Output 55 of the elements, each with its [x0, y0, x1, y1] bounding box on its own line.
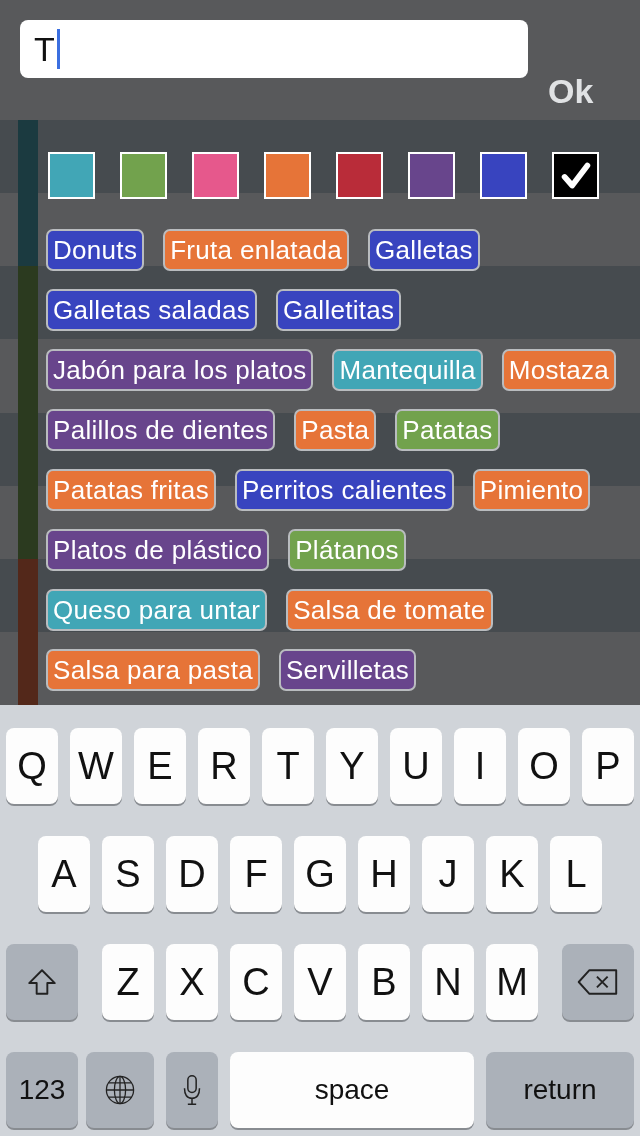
key[interactable]: I: [454, 728, 506, 804]
backspace-key[interactable]: [562, 944, 634, 1020]
key[interactable]: V: [294, 944, 346, 1020]
item-tag[interactable]: Galletas: [368, 229, 480, 271]
backspace-icon: [576, 967, 620, 997]
key[interactable]: Z: [102, 944, 154, 1020]
item-tag[interactable]: Galletitas: [276, 289, 402, 331]
key[interactable]: Q: [6, 728, 58, 804]
item-tag[interactable]: Galletas saladas: [46, 289, 258, 331]
item-tag[interactable]: Perritos calientes: [234, 469, 454, 511]
color-swatch[interactable]: [48, 152, 95, 199]
key[interactable]: N: [422, 944, 474, 1020]
key[interactable]: S: [102, 836, 154, 912]
space-key[interactable]: space: [230, 1052, 474, 1128]
color-swatch[interactable]: [264, 152, 311, 199]
key[interactable]: B: [358, 944, 410, 1020]
key[interactable]: M: [486, 944, 538, 1020]
key[interactable]: O: [518, 728, 570, 804]
ok-button[interactable]: Ok: [542, 72, 600, 111]
key[interactable]: L: [550, 836, 602, 912]
item-tag[interactable]: Palillos de dientes: [46, 409, 276, 451]
color-swatch[interactable]: [192, 152, 239, 199]
key[interactable]: J: [422, 836, 474, 912]
key[interactable]: W: [70, 728, 122, 804]
key[interactable]: D: [166, 836, 218, 912]
key[interactable]: F: [230, 836, 282, 912]
color-swatch[interactable]: [336, 152, 383, 199]
key[interactable]: A: [38, 836, 90, 912]
color-swatch[interactable]: [120, 152, 167, 199]
key[interactable]: T: [262, 728, 314, 804]
item-tag[interactable]: Servilletas: [278, 649, 417, 691]
key[interactable]: K: [486, 836, 538, 912]
key[interactable]: C: [230, 944, 282, 1020]
shift-icon: [26, 966, 58, 998]
globe-icon: [104, 1074, 136, 1106]
shift-key[interactable]: [6, 944, 78, 1020]
color-swatch[interactable]: [408, 152, 455, 199]
color-swatch[interactable]: [480, 152, 527, 199]
item-tag[interactable]: Platos de plástico: [46, 529, 270, 571]
microphone-key[interactable]: [166, 1052, 218, 1128]
key[interactable]: P: [582, 728, 634, 804]
globe-key[interactable]: [86, 1052, 154, 1128]
numbers-key[interactable]: 123: [6, 1052, 78, 1128]
key[interactable]: R: [198, 728, 250, 804]
item-tag[interactable]: Donuts: [46, 229, 145, 271]
item-tag[interactable]: Jabón para los platos: [46, 349, 314, 391]
key[interactable]: G: [294, 836, 346, 912]
key[interactable]: H: [358, 836, 410, 912]
return-key[interactable]: return: [486, 1052, 634, 1128]
key[interactable]: U: [390, 728, 442, 804]
key[interactable]: E: [134, 728, 186, 804]
color-swatch[interactable]: [552, 152, 599, 199]
key[interactable]: Y: [326, 728, 378, 804]
key[interactable]: X: [166, 944, 218, 1020]
search-field[interactable]: T: [20, 20, 528, 78]
